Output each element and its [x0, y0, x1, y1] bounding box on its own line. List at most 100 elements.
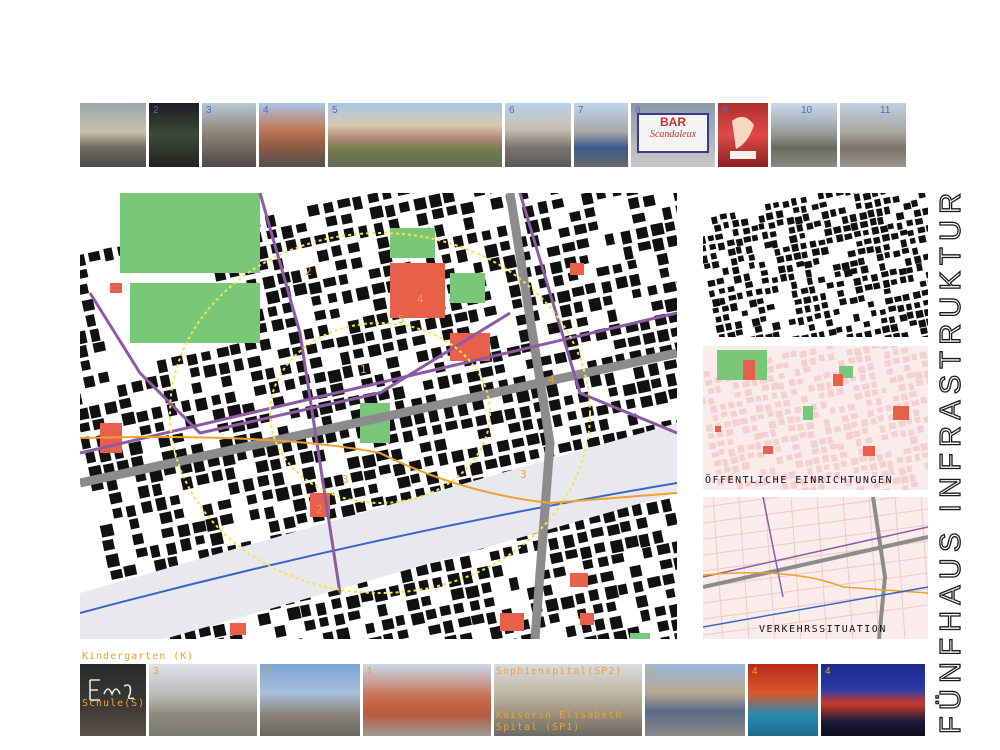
building-block — [827, 389, 835, 398]
building-block — [647, 362, 660, 377]
building-block — [819, 292, 827, 301]
building-block — [350, 470, 364, 483]
building-block — [624, 535, 640, 549]
building-block — [582, 559, 594, 570]
bar-sign-line1: BAR — [660, 115, 686, 129]
building-block — [725, 428, 734, 437]
building-block — [772, 331, 781, 337]
building-block — [703, 255, 709, 264]
building-block — [80, 422, 91, 433]
building-block — [878, 262, 886, 272]
building-block — [853, 193, 861, 202]
building-block — [511, 437, 525, 449]
building-block — [290, 269, 303, 284]
building-block — [835, 193, 844, 197]
building-block — [864, 201, 873, 210]
building-block — [508, 421, 522, 434]
building-block — [743, 273, 751, 282]
building-block — [809, 240, 817, 248]
photo-number: 6 — [509, 105, 515, 116]
photo-number: 7 — [578, 105, 584, 116]
building-block — [339, 351, 351, 366]
building-block — [897, 304, 905, 313]
building-block — [725, 322, 733, 331]
building-block — [803, 260, 813, 269]
building-block — [665, 372, 677, 387]
building-block — [786, 454, 793, 461]
building-block — [884, 251, 891, 259]
building-block — [830, 454, 838, 463]
building-block — [888, 316, 896, 324]
building-block — [656, 252, 669, 266]
poster-photo: 9 — [718, 103, 768, 167]
building-block — [350, 257, 363, 270]
building-block — [395, 614, 406, 627]
building-block — [729, 302, 738, 312]
building-block — [584, 282, 597, 295]
building-block — [303, 327, 315, 340]
building-block — [846, 348, 853, 356]
building-block — [714, 385, 722, 394]
building-block — [855, 285, 864, 294]
building-block — [755, 395, 762, 402]
building-block — [870, 381, 878, 389]
photo-number: 10 — [801, 105, 813, 116]
building-block — [662, 281, 677, 294]
building-block — [884, 359, 892, 368]
building-block — [887, 460, 894, 469]
street-photo-7: 7 — [574, 103, 628, 167]
building-block — [754, 441, 762, 450]
building-block — [758, 261, 766, 269]
building-block — [833, 462, 841, 471]
building-block — [488, 335, 500, 350]
building-block — [765, 365, 775, 374]
building-block — [420, 595, 432, 607]
building-block — [764, 203, 772, 211]
building-block — [597, 632, 611, 639]
building-block — [368, 267, 382, 279]
building-block — [599, 570, 615, 583]
building-block — [742, 227, 751, 235]
building-block — [740, 218, 749, 227]
building-block — [796, 423, 805, 432]
building-block — [821, 301, 829, 309]
building-block — [776, 255, 785, 264]
building-block — [859, 211, 868, 221]
building-block — [804, 459, 814, 467]
building-block — [734, 320, 743, 330]
building-block — [479, 365, 494, 378]
building-block — [785, 254, 793, 262]
building-block — [788, 234, 798, 244]
building-block — [444, 634, 459, 639]
building-block — [900, 475, 909, 484]
bottom-photo-strip: Schule(S) 3 2 1 Sophienspital(SP2) Kaise… — [80, 664, 928, 736]
building-block — [409, 473, 421, 484]
street-photo-6: 6 — [505, 103, 571, 167]
building-block — [718, 448, 725, 455]
building-block — [80, 254, 87, 268]
street-line — [816, 497, 828, 639]
building-block — [380, 327, 393, 341]
building-block — [874, 198, 882, 208]
building-block — [801, 359, 808, 368]
map-label: 4 — [548, 373, 555, 386]
building-block — [798, 431, 808, 439]
building-block — [841, 215, 849, 225]
building-block — [764, 287, 772, 295]
building-block — [894, 295, 902, 303]
building-block — [259, 338, 272, 352]
building-block — [761, 231, 769, 240]
building-block — [792, 206, 800, 214]
building-block — [777, 265, 786, 274]
figure-ground-small-map — [703, 193, 928, 337]
building-block — [444, 558, 456, 572]
building-block — [727, 248, 737, 257]
building-block — [336, 335, 350, 348]
building-block — [442, 193, 456, 204]
building-block — [864, 283, 873, 291]
building-block — [858, 455, 868, 463]
building-block — [843, 269, 853, 278]
building-block — [257, 474, 270, 487]
building-block — [562, 534, 576, 549]
building-block — [853, 230, 862, 238]
